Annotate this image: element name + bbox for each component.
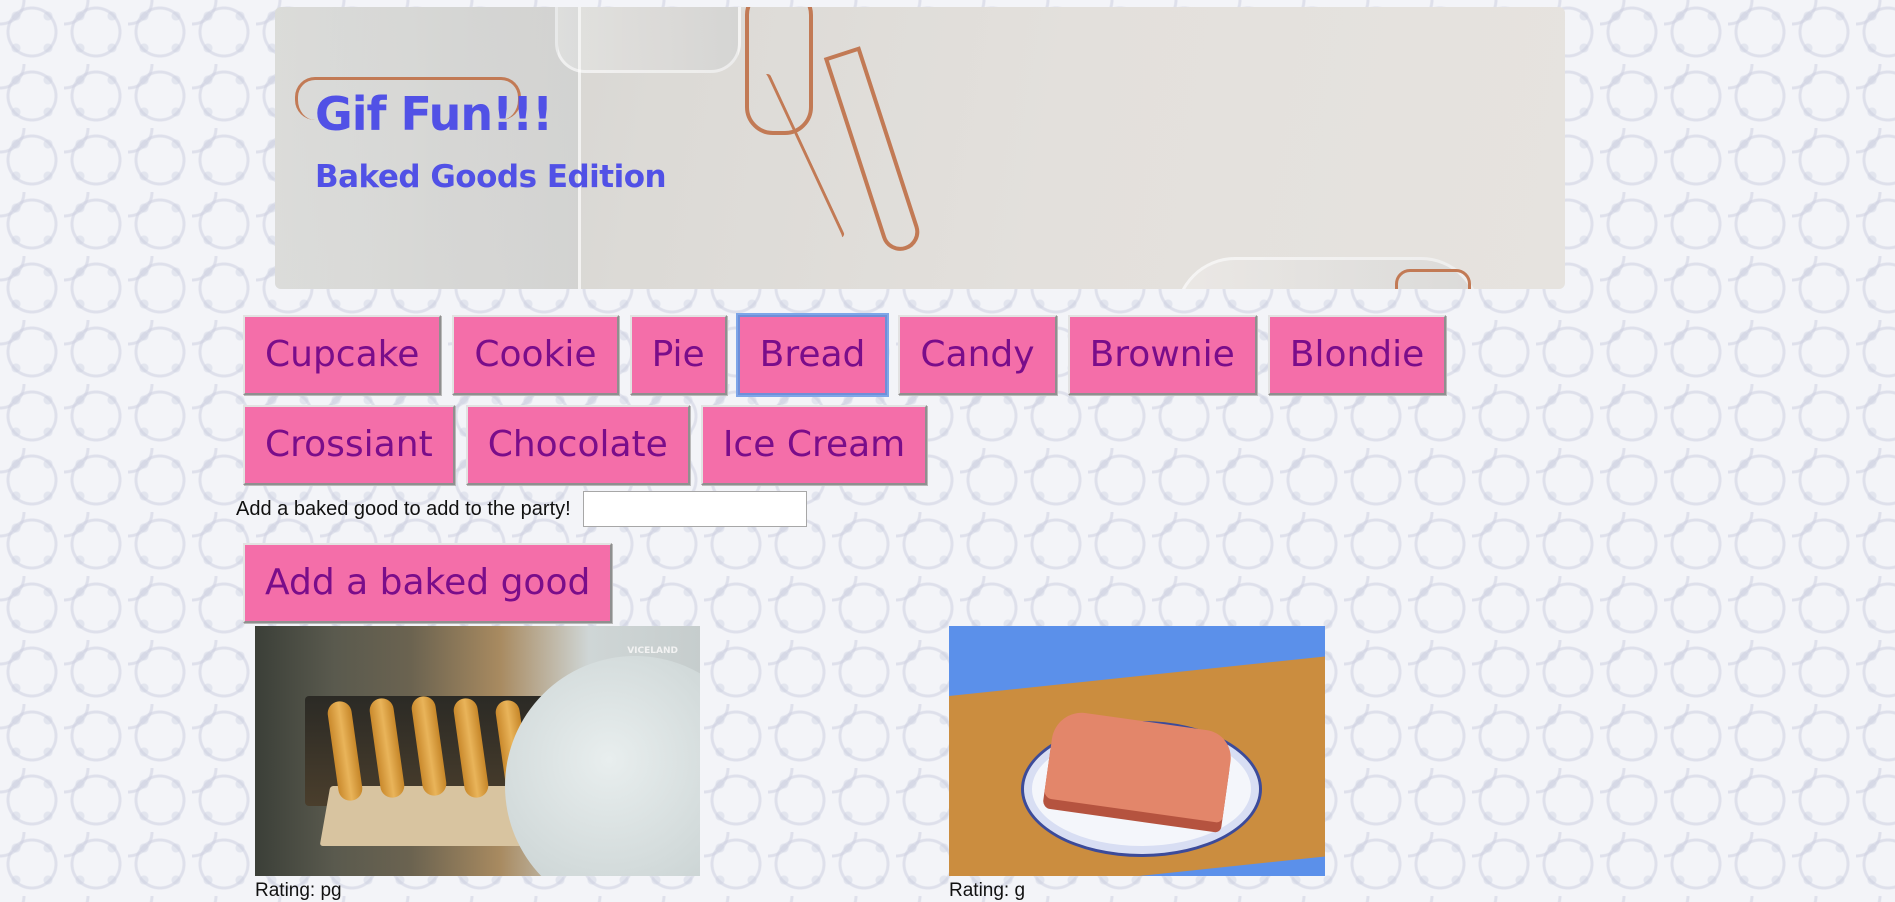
bread-button[interactable]: Bread <box>735 313 890 397</box>
page-title: Gif Fun!!! <box>315 87 553 141</box>
crossiant-button[interactable]: Crossiant <box>243 405 455 485</box>
gif-card: VICELAND Rating: pg <box>255 626 700 902</box>
gif-image[interactable] <box>949 626 1325 876</box>
arm-graphic <box>505 656 700 876</box>
pie-button[interactable]: Pie <box>629 315 727 395</box>
ice-cream-button[interactable]: Ice Cream <box>700 405 928 485</box>
gif-image[interactable]: VICELAND <box>255 626 700 876</box>
baked-good-buttons: Cupcake Cookie Pie Bread Candy Brownie B… <box>238 311 1598 491</box>
brownie-button[interactable]: Brownie <box>1067 315 1257 395</box>
gif-card: Rating: g <box>949 626 1325 902</box>
jar-clasp-graphic <box>1395 269 1471 289</box>
jar-graphic <box>555 7 741 73</box>
chocolate-button[interactable]: Chocolate <box>465 405 690 485</box>
jumbotron-header: Gif Fun!!! Baked Goods Edition <box>275 7 1565 289</box>
blondie-button[interactable]: Blondie <box>1267 315 1447 395</box>
add-baked-good-label: Add a baked good to add to the party! <box>236 498 571 520</box>
cookie-button[interactable]: Cookie <box>452 315 619 395</box>
candy-button[interactable]: Candy <box>898 315 1057 395</box>
cupcake-button[interactable]: Cupcake <box>243 315 442 395</box>
baked-good-input[interactable] <box>583 491 807 527</box>
add-baked-good-button[interactable]: Add a baked good <box>243 543 613 623</box>
gif-watermark: VICELAND <box>627 646 678 656</box>
page-subtitle: Baked Goods Edition <box>315 159 667 195</box>
jar-graphic <box>275 7 581 289</box>
